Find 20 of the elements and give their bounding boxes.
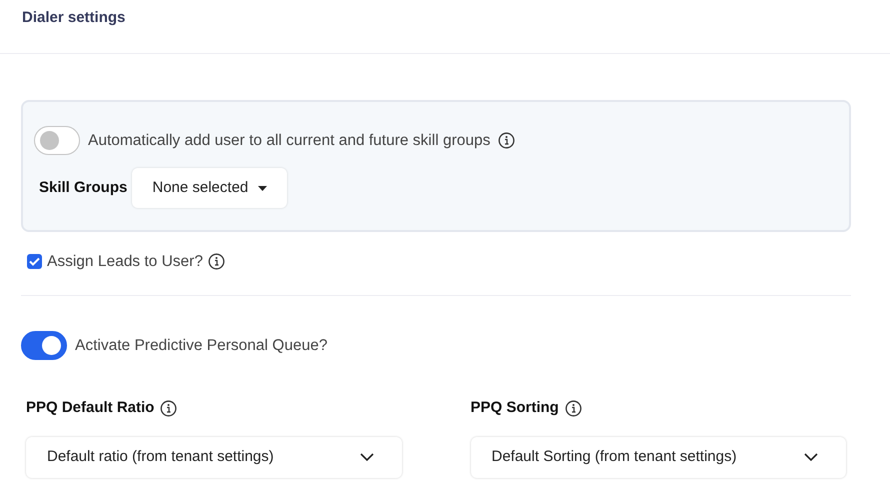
info-icon <box>208 253 225 270</box>
info-icon <box>564 400 582 417</box>
info-icon <box>160 400 178 417</box>
toggle-label: Activate Predictive Personal Queue? <box>75 336 328 356</box>
chevron-down-icon <box>804 453 818 462</box>
select-field[interactable]: Default Sorting (from tenant settings) <box>470 436 846 478</box>
toggle-switch[interactable] <box>21 331 67 360</box>
info-icon <box>498 132 516 149</box>
chevron-down-icon <box>360 453 374 462</box>
field-label: PPQ Default Ratio <box>26 398 154 418</box>
section-title: Dialer settings <box>22 8 126 28</box>
field-label: PPQ Sorting <box>470 398 559 418</box>
field-label: Skill Groups <box>39 178 128 198</box>
caret-icon <box>258 186 268 190</box>
dropdown-button[interactable]: None selected <box>132 168 288 208</box>
checkbox[interactable] <box>27 254 42 270</box>
toggle-label: Automatically add user to all current and future skill groups <box>88 130 490 151</box>
select-field[interactable]: Default ratio (from tenant settings) <box>26 436 402 478</box>
toggle-switch[interactable] <box>34 126 80 155</box>
checkbox-label: Assign Leads to User? <box>47 252 203 272</box>
